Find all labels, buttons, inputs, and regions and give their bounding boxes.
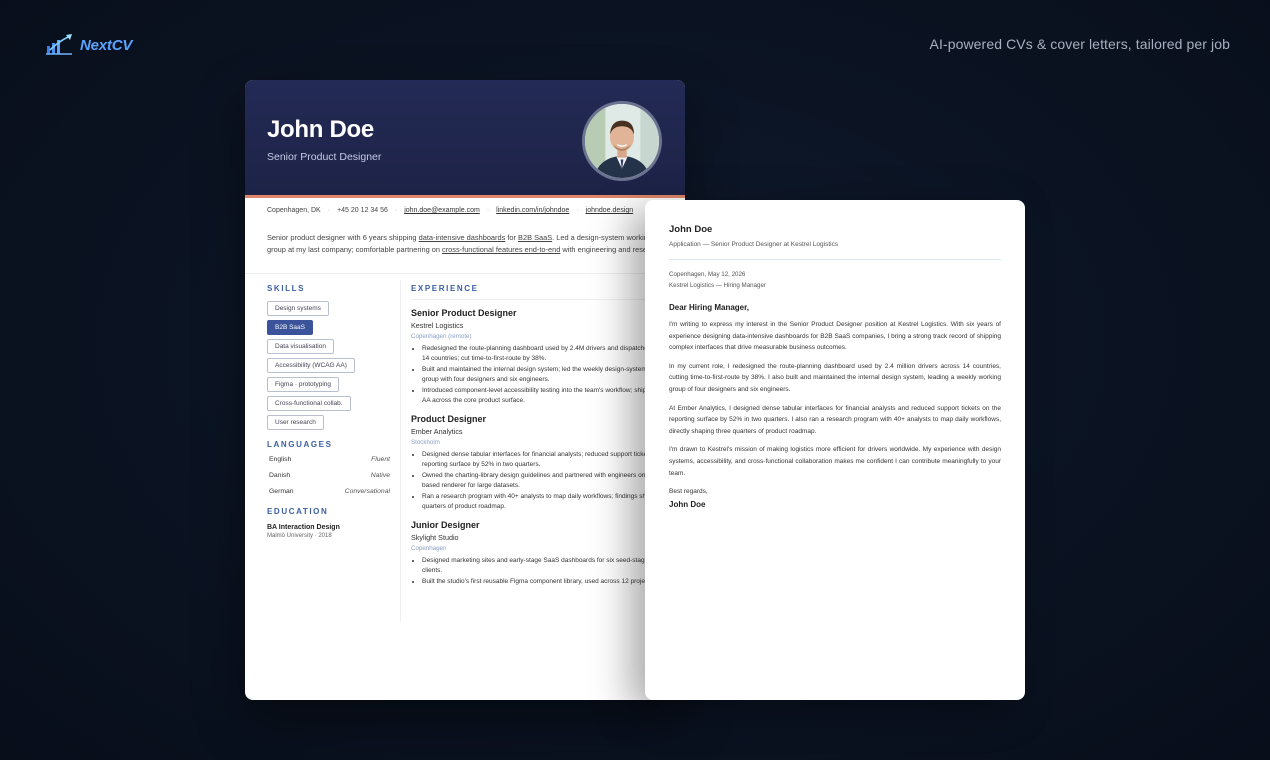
language-level: Fluent — [371, 456, 390, 463]
letter-paragraph: I'm drawn to Kestrel's mission of making… — [669, 446, 1001, 477]
job-location: Copenhagen — [411, 545, 447, 552]
job-bullet: Built the studio's first reusable Figma … — [422, 577, 681, 587]
letter-paragraph: At Ember Analytics, I designed dense tab… — [669, 404, 1001, 435]
separator: · — [486, 207, 490, 214]
job-bullet: Designed dense tabular interfaces for fi… — [422, 450, 681, 470]
resume-summary: Senior product designer with 6 years shi… — [267, 232, 672, 256]
experience-heading: EXPERIENCE — [411, 284, 479, 293]
brand-name: NextCV — [80, 36, 133, 54]
skill-chip[interactable]: Accessibility (WCAG AA) — [267, 358, 355, 373]
language-name: German — [269, 488, 294, 495]
letter-signature: John Doe — [669, 500, 706, 510]
skill-chip[interactable]: Data visualisation — [267, 339, 334, 354]
letter-date: Copenhagen, May 12, 2026 — [669, 271, 746, 278]
summary-highlight: cross-functional features end-to-end — [442, 245, 561, 254]
job-header: Senior Product Designer2023 — P — [411, 308, 681, 318]
language-row: English Fluent — [267, 454, 392, 465]
language-row: Danish Native — [267, 470, 392, 481]
job-location: Copenhagen (remote) — [411, 333, 472, 340]
skill-chip[interactable]: B2B SaaS — [267, 320, 313, 335]
skills-list: Design systems B2B SaaS Data visualisation… — [267, 301, 392, 430]
separator: · — [327, 207, 331, 214]
divider — [245, 273, 685, 274]
contact-website-link[interactable]: johndoe.design — [586, 207, 634, 214]
separator: · — [394, 207, 398, 214]
avatar — [582, 101, 662, 181]
profile-photo-icon — [585, 104, 659, 178]
job-company: Ember Analytics — [411, 427, 463, 436]
resume-title: Senior Product Designer — [267, 151, 382, 163]
job-bullets: Redesigned the route-planning dashboard … — [411, 344, 681, 406]
skill-chip[interactable]: User research — [267, 415, 324, 430]
job-bullet: Redesigned the route-planning dashboard … — [422, 344, 681, 364]
job-bullets: Designed dense tabular interfaces for fi… — [411, 450, 681, 512]
languages-heading: LANGUAGES — [267, 440, 333, 449]
job-header: Junior Designer2018 — — [411, 520, 681, 530]
language-level: Conversational — [344, 488, 390, 495]
letter-name: John Doe — [669, 224, 713, 235]
contact-phone: +45 20 12 34 56 — [337, 207, 388, 214]
letter-greeting: Dear Hiring Manager, — [669, 303, 750, 312]
job-bullets: Designed marketing sites and early-stage… — [411, 556, 681, 587]
skill-chip[interactable]: Figma · prototyping — [267, 377, 339, 392]
education-section: EDUCATION BA Interaction Design Malmö Un… — [267, 507, 392, 539]
job-bullet: Introduced component-level accessibility… — [422, 386, 681, 406]
contact-email-link[interactable]: john.doe@example.com — [404, 207, 480, 214]
contact-linkedin-link[interactable]: linkedin.com/in/johndoe — [496, 207, 569, 214]
job-company: Kestrel Logistics — [411, 321, 464, 330]
brand-logo[interactable]: NextCV — [44, 32, 132, 58]
languages-section: LANGUAGES English Fluent Danish Native Germa… — [267, 440, 392, 497]
language-name: English — [269, 456, 292, 463]
letter-recipient: Kestrel Logistics — Hiring Manager — [669, 282, 766, 289]
cover-letter-preview: John Doe Application — Senior Product De… — [645, 200, 1025, 700]
tagline: AI-powered CVs & cover letters, tailored… — [929, 36, 1230, 52]
resume-sidebar: SKILLS Design systems B2B SaaS Data visual… — [267, 284, 392, 539]
divider — [411, 299, 651, 300]
divider — [669, 259, 1001, 260]
language-row: German Conversational — [267, 486, 392, 497]
summary-highlight: B2B SaaS — [518, 233, 553, 242]
contact-location: Copenhagen, DK — [267, 207, 321, 214]
experience-section: EXPERIENCE Senior Product Designer2023 —… — [411, 284, 681, 588]
skills-heading: SKILLS — [267, 284, 306, 293]
job-entry: Junior Designer2018 — Skylight Studio Cope… — [411, 520, 681, 587]
job-entry: Senior Product Designer2023 — P Kestrel L… — [411, 308, 681, 406]
summary-text: Senior product designer with 6 years shi… — [267, 233, 419, 242]
language-name: Danish — [269, 472, 291, 479]
jobs-list: Senior Product Designer2023 — P Kestrel L… — [411, 308, 681, 587]
education-school: Malmö University · 2018 — [267, 533, 332, 539]
language-level: Native — [370, 472, 390, 479]
job-bullet: Ran a research program with 40+ analysts… — [422, 492, 681, 512]
resume-name: John Doe — [267, 116, 374, 143]
job-title: Junior Designer — [411, 520, 480, 530]
letter-application: Application — Senior Product Designer at… — [669, 241, 839, 248]
education-heading: EDUCATION — [267, 507, 329, 516]
job-bullet: Built and maintained the internal design… — [422, 365, 681, 385]
rocket-chart-icon — [46, 34, 72, 55]
resume-header: John Doe Senior Product Designer — [245, 80, 685, 198]
letter-paragraph: I'm writing to express my interest in th… — [669, 321, 1001, 352]
column-divider — [400, 280, 401, 622]
resume-preview: John Doe Senior Product Designer Copenha… — [245, 80, 685, 700]
job-entry: Product Designer2020 — Ember Analytics Sto… — [411, 414, 681, 512]
job-title: Senior Product Designer — [411, 308, 517, 318]
skill-chip[interactable]: Design systems — [267, 301, 329, 316]
skill-chip[interactable]: Cross-functional collab. — [267, 396, 351, 411]
job-bullet: Designed marketing sites and early-stage… — [422, 556, 681, 576]
job-bullet: Owned the charting-library design guidel… — [422, 471, 681, 491]
job-header: Product Designer2020 — — [411, 414, 681, 424]
job-title: Product Designer — [411, 414, 487, 424]
languages-list: English Fluent Danish Native German Conversat… — [267, 454, 392, 497]
letter-paragraph: In my current role, I redesigned the rou… — [669, 362, 1001, 393]
job-company: Skylight Studio — [411, 533, 459, 542]
separator: · — [576, 207, 579, 214]
contact-row: Copenhagen, DK · +45 20 12 34 56 · john.… — [267, 207, 685, 214]
job-location: Stockholm — [411, 439, 440, 446]
summary-text: for — [505, 233, 519, 242]
summary-highlight: data-intensive dashboards — [418, 233, 506, 242]
letter-closing: Best regards, — [669, 488, 708, 496]
education-degree: BA Interaction Design — [267, 524, 340, 531]
